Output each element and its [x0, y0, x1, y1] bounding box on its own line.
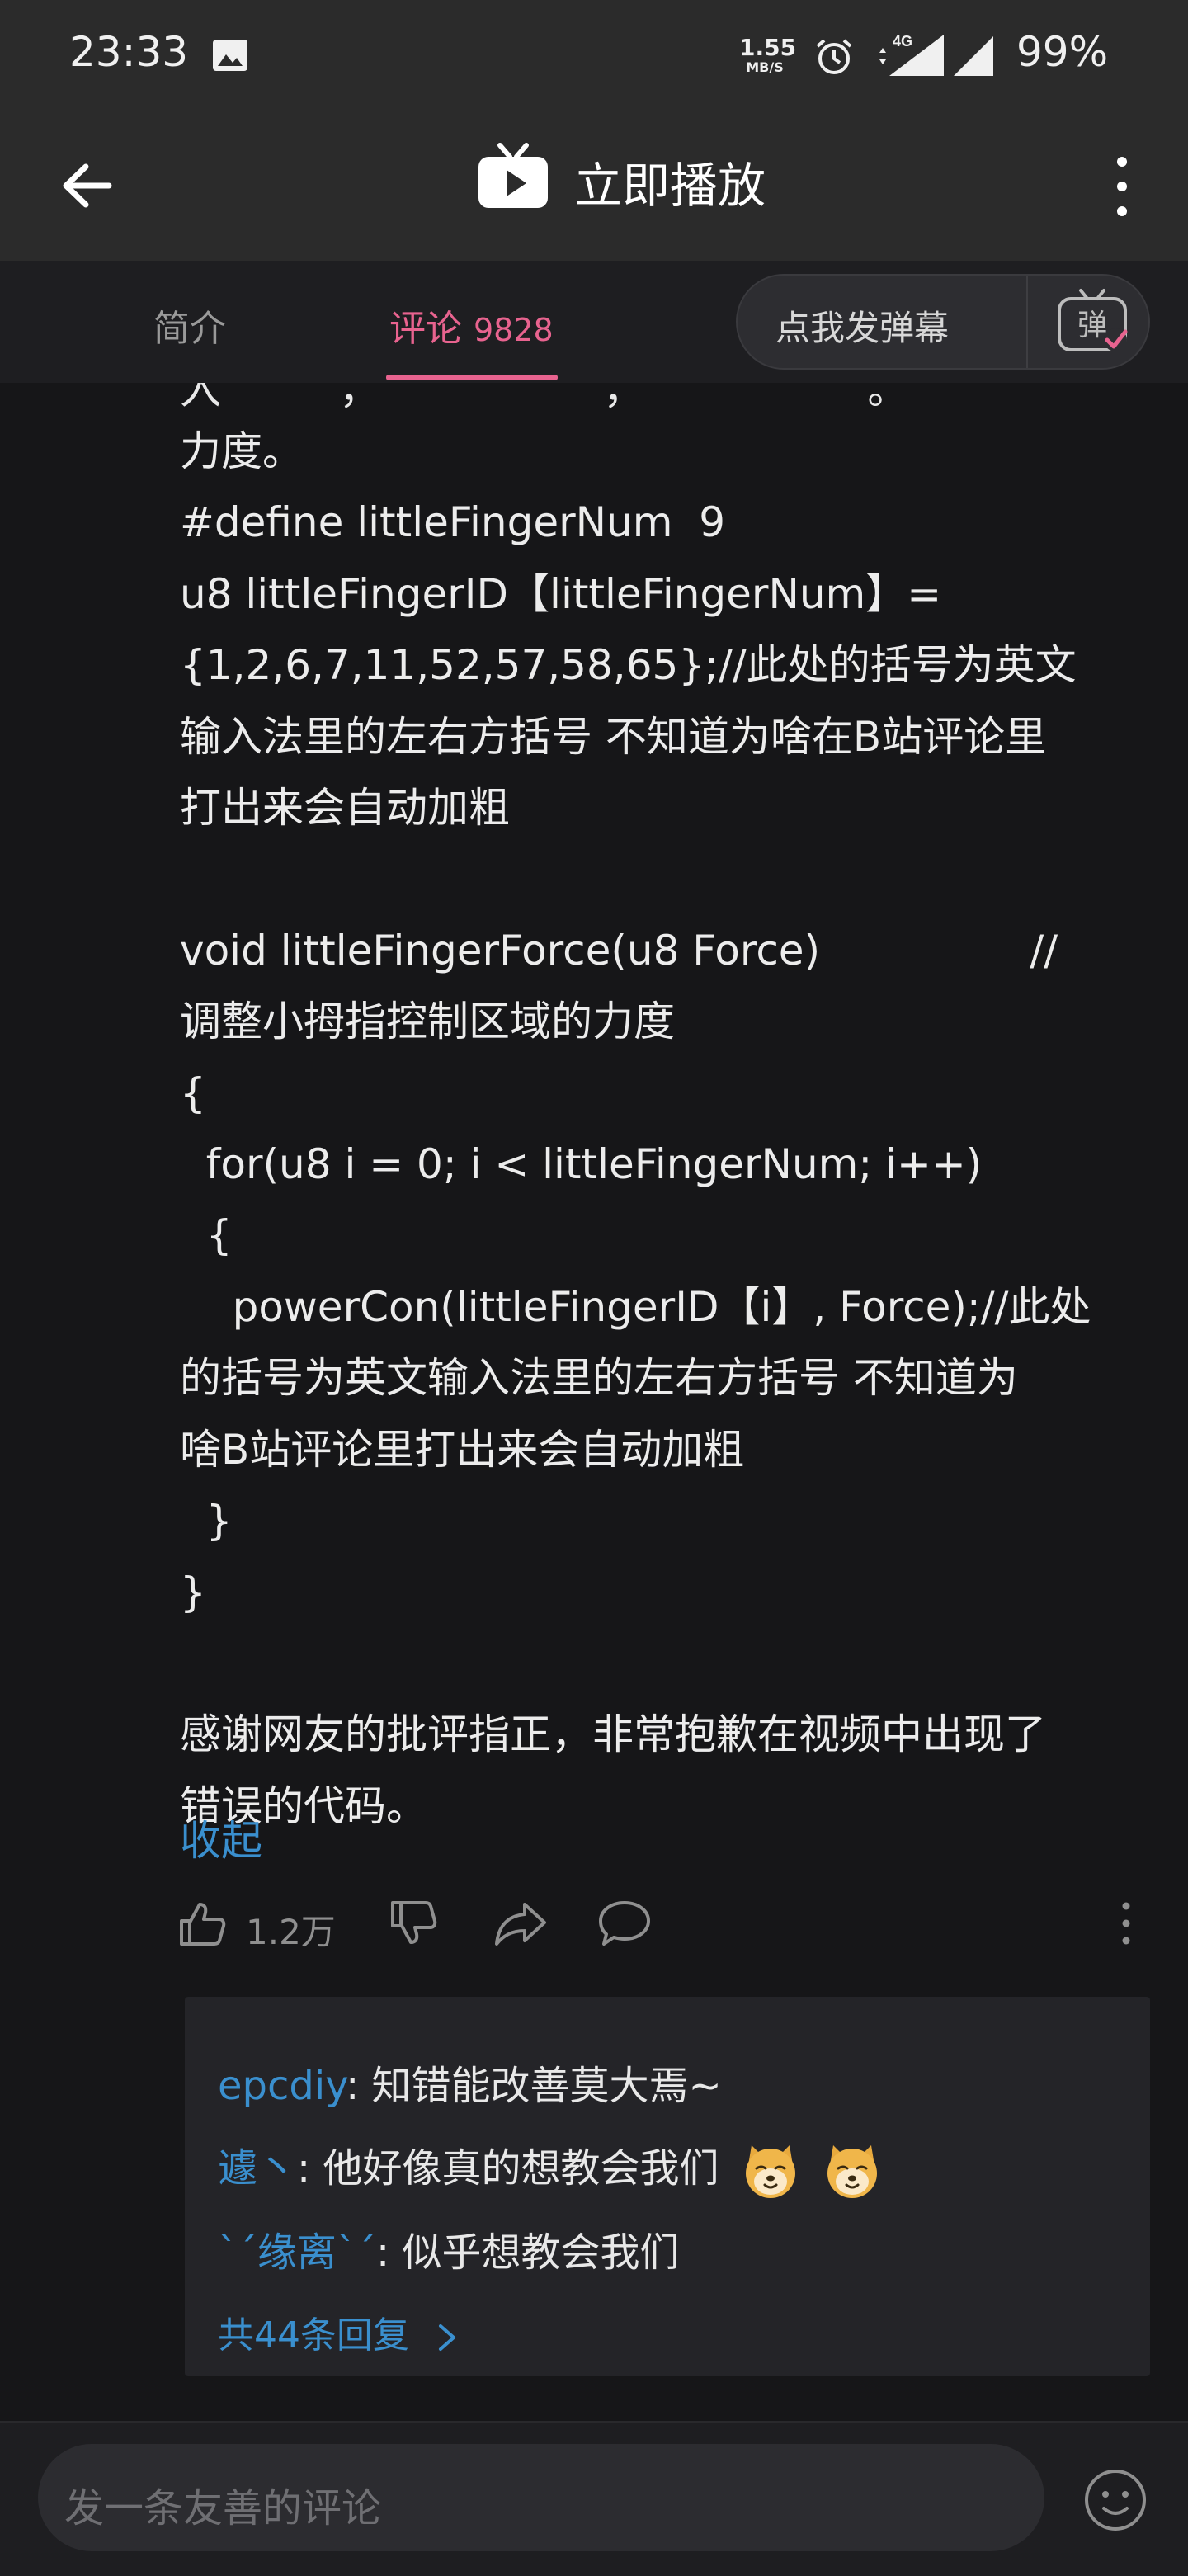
image-notification-icon — [213, 40, 248, 71]
view-all-replies-label: 共44条回复 — [218, 2314, 409, 2357]
network-speed-value: 1.55 — [739, 34, 797, 61]
status-bar: 23:33 1.55 MB/S 4G 99% — [0, 0, 1188, 116]
mobile-signal-4g-icon: 4G — [879, 33, 944, 76]
signal-strength-icon — [954, 36, 993, 76]
reply-username[interactable]: 遽丶 — [218, 2145, 297, 2191]
network-speed-unit: MB/S — [746, 59, 784, 75]
view-all-replies-link[interactable]: 共44条回复 — [218, 2305, 457, 2358]
battery-level: 99% — [1016, 28, 1109, 76]
play-now-title[interactable]: 立即播放 — [574, 147, 766, 216]
danmaku-prompt-label: 点我发弹幕 — [776, 308, 950, 348]
reply-username[interactable]: ˋˊ缘离ˋˊ — [218, 2229, 376, 2276]
reply-item[interactable]: 遽丶: 他好像真的想教会我们 — [218, 2135, 883, 2201]
reply-text: : 知错能改善莫大焉~ — [346, 2063, 722, 2109]
comment-more-icon[interactable] — [1114, 1898, 1138, 1949]
tab-intro[interactable]: 简介 — [153, 299, 226, 351]
reply-text: : 似乎想教会我们 — [376, 2229, 680, 2276]
more-options-icon[interactable] — [1106, 145, 1138, 228]
comment-input[interactable]: 发一条友善的评论 — [38, 2444, 1044, 2551]
doge-emoji-icon — [827, 2145, 877, 2198]
comment-clipped-line: 入 ， ， 。 — [180, 383, 909, 413]
comment-detail: 入 ， ， 。 力度。 #define littleFingerNum 9 u8… — [0, 383, 1188, 2421]
dislike-icon[interactable] — [388, 1898, 439, 1949]
reply-preview-box[interactable]: epcdiy: 知错能改善莫大焉~ 遽丶: 他好像真的想教会我们 ˋˊ缘离ˋˊ:… — [185, 1997, 1150, 2376]
comment-body: 力度。 #define littleFingerNum 9 u8 littleF… — [180, 427, 1091, 1830]
status-time: 23:33 — [69, 28, 189, 76]
reply-username[interactable]: epcdiy — [218, 2063, 346, 2109]
back-arrow-icon[interactable] — [58, 157, 116, 215]
emoji-picker-icon[interactable] — [1082, 2467, 1148, 2533]
reply-comment-icon[interactable] — [597, 1898, 652, 1949]
tv-play-icon — [478, 143, 548, 208]
svg-text:4G: 4G — [893, 33, 912, 50]
share-icon[interactable] — [493, 1898, 548, 1949]
reply-item[interactable]: ˋˊ缘离ˋˊ: 似乎想教会我们 — [218, 2220, 679, 2277]
danmaku-toggle-icon[interactable]: 弹 — [1053, 285, 1132, 356]
chevron-right-icon — [439, 2324, 455, 2351]
comment-input-placeholder: 发一条友善的评论 — [64, 2485, 382, 2531]
reply-text: : 他好像真的想教会我们 — [297, 2145, 719, 2191]
danmaku-icon-char: 弹 — [1077, 309, 1107, 342]
active-tab-indicator — [386, 375, 558, 380]
network-speed: 1.55 MB/S — [739, 34, 797, 75]
tab-comments[interactable]: 评论 9828 — [389, 299, 554, 351]
tab-comments-label: 评论 — [389, 308, 462, 350]
alarm-icon — [816, 39, 852, 74]
like-icon[interactable] — [177, 1898, 228, 1949]
reply-item[interactable]: epcdiy: 知错能改善莫大焉~ — [218, 2053, 722, 2111]
comment-input-bar: 发一条友善的评论 — [0, 2421, 1188, 2576]
app-bar: 立即播放 — [0, 116, 1188, 261]
tab-bar: 简介 评论 9828 点我发弹幕 弹 — [0, 261, 1188, 383]
danmaku-divider — [1026, 276, 1028, 368]
tab-comments-count: 9828 — [474, 312, 554, 348]
doge-emoji-icon — [745, 2145, 795, 2198]
collapse-link[interactable]: 收起 — [180, 1808, 262, 1867]
send-danmaku-button[interactable]: 点我发弹幕 弹 — [736, 274, 1150, 370]
like-count: 1.2万 — [246, 1912, 336, 1952]
comment-actions: 1.2万 — [0, 1898, 1188, 1980]
